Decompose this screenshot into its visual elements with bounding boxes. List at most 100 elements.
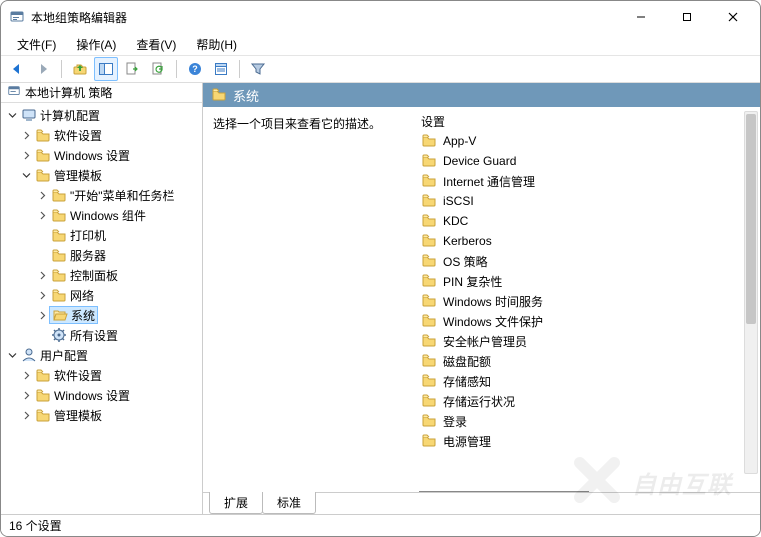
help-button[interactable]: ? [183,57,207,81]
tree-node-label: Windows 设置 [54,147,130,164]
chevron-down-icon[interactable] [19,168,33,182]
svg-text:?: ? [192,64,198,74]
folder-icon [421,232,437,251]
scrollbar-thumb[interactable] [746,114,756,324]
list-item[interactable]: 设置 [415,111,748,131]
list-item[interactable]: OS 策略 [415,251,748,271]
folder-icon [421,392,437,411]
tree-view[interactable]: 计算机配置软件设置Windows 设置管理模板"开始"菜单和任务栏Windows… [1,103,202,514]
list-item[interactable]: Windows 时间服务 [415,291,748,311]
list-item[interactable]: KDC [415,211,748,231]
vertical-scrollbar[interactable] [744,111,758,474]
chevron-right-icon[interactable] [19,388,33,402]
view-tabs: 扩展 标准 [203,492,760,514]
tree-software-settings[interactable]: 软件设置 [3,125,202,145]
tree-network[interactable]: 网络 [3,285,202,305]
list-item[interactable]: 存储运行状况 [415,391,748,411]
folder-icon [51,287,67,303]
forward-button[interactable] [31,57,55,81]
chevron-right-icon[interactable] [19,408,33,422]
tree-user-config[interactable]: 用户配置 [3,345,202,365]
list-item-label: 登录 [443,413,467,430]
list-item[interactable]: iSCSI [415,191,748,211]
tree-system[interactable]: 系统 [3,305,202,325]
list-item-label: Internet 通信管理 [443,173,535,190]
tree-windows-components[interactable]: Windows 组件 [3,205,202,225]
folder-icon [421,312,437,331]
chevron-right-icon[interactable] [35,268,49,282]
folder-icon [421,332,437,351]
folder-icon [421,372,437,391]
back-button[interactable] [5,57,29,81]
content-body: 选择一个项目来查看它的描述。 设置 App-V Device Guard Intern… [203,107,760,492]
tree-node-label: 服务器 [70,247,106,264]
list-item[interactable]: 电源管理 [415,431,748,451]
menu-view[interactable]: 查看(V) [126,34,186,55]
list-item[interactable]: 安全帐户管理员 [415,331,748,351]
tree-u-admin-templates[interactable]: 管理模板 [3,405,202,425]
maximize-button[interactable] [664,1,710,33]
close-button[interactable] [710,1,756,33]
main-body: 本地计算机 策略 计算机配置软件设置Windows 设置管理模板"开始"菜单和任… [1,83,760,514]
list-item-label: Device Guard [443,154,516,168]
folder-icon [421,412,437,431]
list-item-label: PIN 复杂性 [443,273,502,290]
list-item[interactable]: 磁盘配额 [415,351,748,371]
content-pane: 系统 选择一个项目来查看它的描述。 设置App-VDevice GuardInt… [203,83,760,514]
tree-start-taskbar[interactable]: "开始"菜单和任务栏 [3,185,202,205]
pane-toggle-button[interactable] [94,57,118,81]
tree-node-label: Windows 组件 [70,207,146,224]
list-item[interactable]: 登录 [415,411,748,431]
chevron-right-icon[interactable] [35,208,49,222]
minimize-button[interactable] [618,1,664,33]
tree-u-software-settings[interactable]: 软件设置 [3,365,202,385]
list-item-label: App-V [443,134,476,148]
export-button[interactable] [120,57,144,81]
tree-computer-config[interactable]: 计算机配置 [3,105,202,125]
list-item[interactable]: Device Guard [415,151,748,171]
chevron-right-icon[interactable] [35,308,49,322]
list-item[interactable]: Internet 通信管理 [415,171,748,191]
folder-icon [35,367,51,383]
item-list[interactable]: 设置 App-V Device Guard Internet 通信管理iSCSIKDC… [415,107,760,492]
toolbar-separator [239,60,240,78]
menu-action[interactable]: 操作(A) [66,34,126,55]
tree-node-label: 软件设置 [54,127,102,144]
menu-help[interactable]: 帮助(H) [186,34,247,55]
refresh-button[interactable] [146,57,170,81]
tree-control-panel[interactable]: 控制面板 [3,265,202,285]
properties-button[interactable] [209,57,233,81]
folder-icon [35,167,51,183]
list-item[interactable]: 存储感知 [415,371,748,391]
chevron-right-icon[interactable] [35,188,49,202]
tree-u-windows-settings[interactable]: Windows 设置 [3,385,202,405]
tree-node-label: "开始"菜单和任务栏 [70,187,175,204]
overflow-divider [419,491,589,492]
chevron-right-icon[interactable] [35,288,49,302]
list-item[interactable]: PIN 复杂性 [415,271,748,291]
chevron-down-icon[interactable] [5,348,19,362]
folder-icon [421,192,437,211]
list-item[interactable]: App-V [415,131,748,151]
app-window: 本地组策略编辑器 文件(F) 操作(A) 查看(V) 帮助(H) ? [0,0,761,537]
chevron-right-icon[interactable] [19,128,33,142]
folder-icon [421,172,437,191]
list-item[interactable]: Kerberos [415,231,748,251]
folder-icon [421,272,437,291]
description-prompt: 选择一个项目来查看它的描述。 [213,117,381,131]
list-item[interactable]: Windows 文件保护 [415,311,748,331]
menu-file[interactable]: 文件(F) [7,34,66,55]
tree-admin-templates[interactable]: 管理模板 [3,165,202,185]
chevron-down-icon[interactable] [5,108,19,122]
list-item-label: OS 策略 [443,253,488,270]
filter-button[interactable] [246,57,270,81]
up-button[interactable] [68,57,92,81]
tab-extended[interactable]: 扩展 [209,492,263,514]
chevron-right-icon[interactable] [19,148,33,162]
tree-windows-settings[interactable]: Windows 设置 [3,145,202,165]
tab-standard[interactable]: 标准 [262,492,316,514]
tree-all-settings[interactable]: 所有设置 [3,325,202,345]
tree-servers[interactable]: 服务器 [3,245,202,265]
chevron-right-icon[interactable] [19,368,33,382]
tree-printers[interactable]: 打印机 [3,225,202,245]
